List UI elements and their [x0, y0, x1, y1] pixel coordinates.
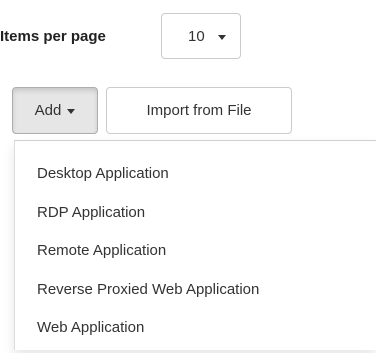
items-per-page-label: Items per page [0, 28, 106, 45]
menu-item-desktop-application[interactable]: Desktop Application [15, 155, 376, 194]
add-dropdown-menu: Desktop Application RDP Application Remo… [14, 140, 376, 350]
caret-down-icon [67, 109, 76, 114]
items-per-page-select[interactable]: 10 [161, 13, 241, 59]
add-button-label: Add [34, 102, 62, 119]
items-per-page-value: 10 [188, 28, 205, 45]
add-menu-list: Desktop Application RDP Application Remo… [15, 141, 376, 348]
menu-item-web-application[interactable]: Web Application [15, 309, 376, 348]
menu-item-rdp-application[interactable]: RDP Application [15, 194, 376, 233]
menu-item-remote-application[interactable]: Remote Application [15, 232, 376, 271]
import-from-file-button[interactable]: Import from File [106, 87, 292, 134]
menu-item-reverse-proxied-web-application[interactable]: Reverse Proxied Web Application [15, 271, 376, 310]
application-list-controls: Items per page 10 Add Import from File D… [0, 0, 376, 353]
add-button[interactable]: Add [12, 87, 98, 134]
chevron-down-icon [218, 35, 226, 40]
